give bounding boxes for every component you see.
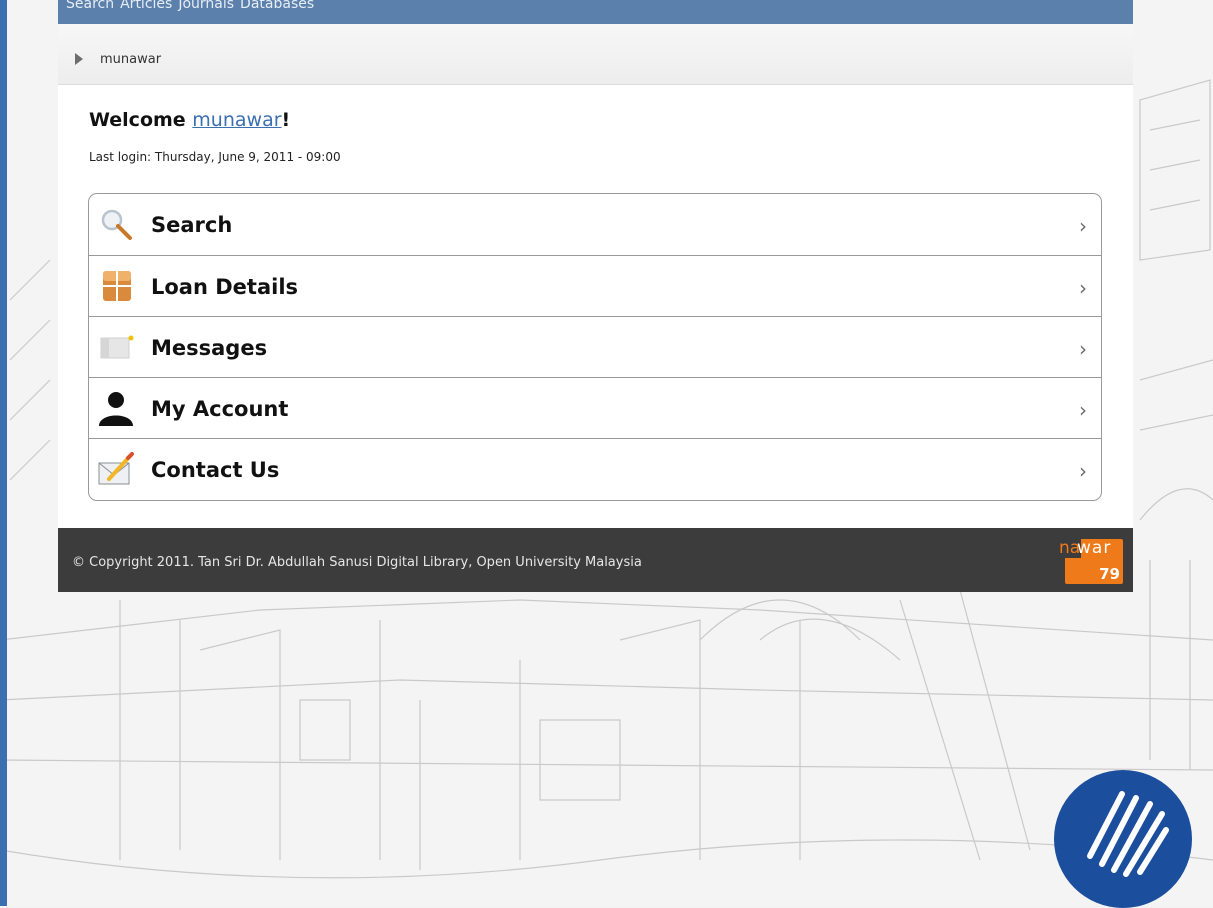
chevron-right-icon: › [1079, 337, 1087, 361]
welcome-suffix: ! [281, 109, 291, 131]
breadcrumb: munawar [58, 24, 1133, 85]
welcome-prefix: Welcome [89, 109, 193, 131]
user-icon [99, 392, 133, 426]
last-login-text: Last login: Thursday, June 9, 2011 - 09:… [89, 150, 341, 164]
main-panel: Search Articles Journals Databases munaw… [58, 0, 1133, 592]
triangle-right-icon [75, 53, 83, 65]
menu-label: Contact Us [151, 458, 280, 482]
menu-item-messages[interactable]: Messages › [89, 316, 1101, 377]
brand-war: war [1077, 538, 1112, 558]
menu-label: Search [151, 213, 233, 237]
copyright-text: © Copyright 2011. Tan Sri Dr. Abdullah S… [72, 555, 642, 570]
chevron-right-icon: › [1079, 276, 1087, 300]
envelope-icon [100, 335, 134, 359]
top-navigation: Search Articles Journals Databases [58, 0, 1133, 24]
nav-journals[interactable]: Journals [178, 0, 234, 11]
menu-item-search[interactable]: Search › [89, 194, 1101, 255]
menu-item-my-account[interactable]: My Account › [89, 377, 1101, 438]
nav-search[interactable]: Search [66, 0, 114, 11]
magnifier-icon [101, 209, 132, 240]
nav-articles[interactable]: Articles [120, 0, 172, 11]
university-logo-icon [1054, 770, 1192, 908]
main-menu: Search › Loan Details › Messages › My Ac… [88, 193, 1102, 501]
menu-label: Loan Details [151, 275, 299, 299]
chevron-right-icon: › [1079, 398, 1087, 422]
menu-label: My Account [151, 397, 289, 421]
nav-databases[interactable]: Databases [240, 0, 314, 11]
chevron-right-icon: › [1079, 459, 1087, 483]
welcome-heading: Welcome munawar! [89, 109, 290, 131]
brand-logo: na war 79 [1059, 538, 1123, 584]
brand-number: 79 [1099, 565, 1120, 583]
chevron-right-icon: › [1079, 214, 1087, 238]
left-edge-strip [0, 0, 7, 906]
menu-item-loan-details[interactable]: Loan Details › [89, 255, 1101, 316]
menu-item-contact-us[interactable]: Contact Us › [89, 438, 1101, 499]
book-icon [103, 271, 131, 301]
breadcrumb-label[interactable]: munawar [100, 52, 161, 67]
footer: © Copyright 2011. Tan Sri Dr. Abdullah S… [58, 528, 1133, 592]
menu-label: Messages [151, 336, 268, 360]
mail-pencil-icon [98, 452, 134, 485]
username-link[interactable]: munawar [192, 109, 281, 131]
